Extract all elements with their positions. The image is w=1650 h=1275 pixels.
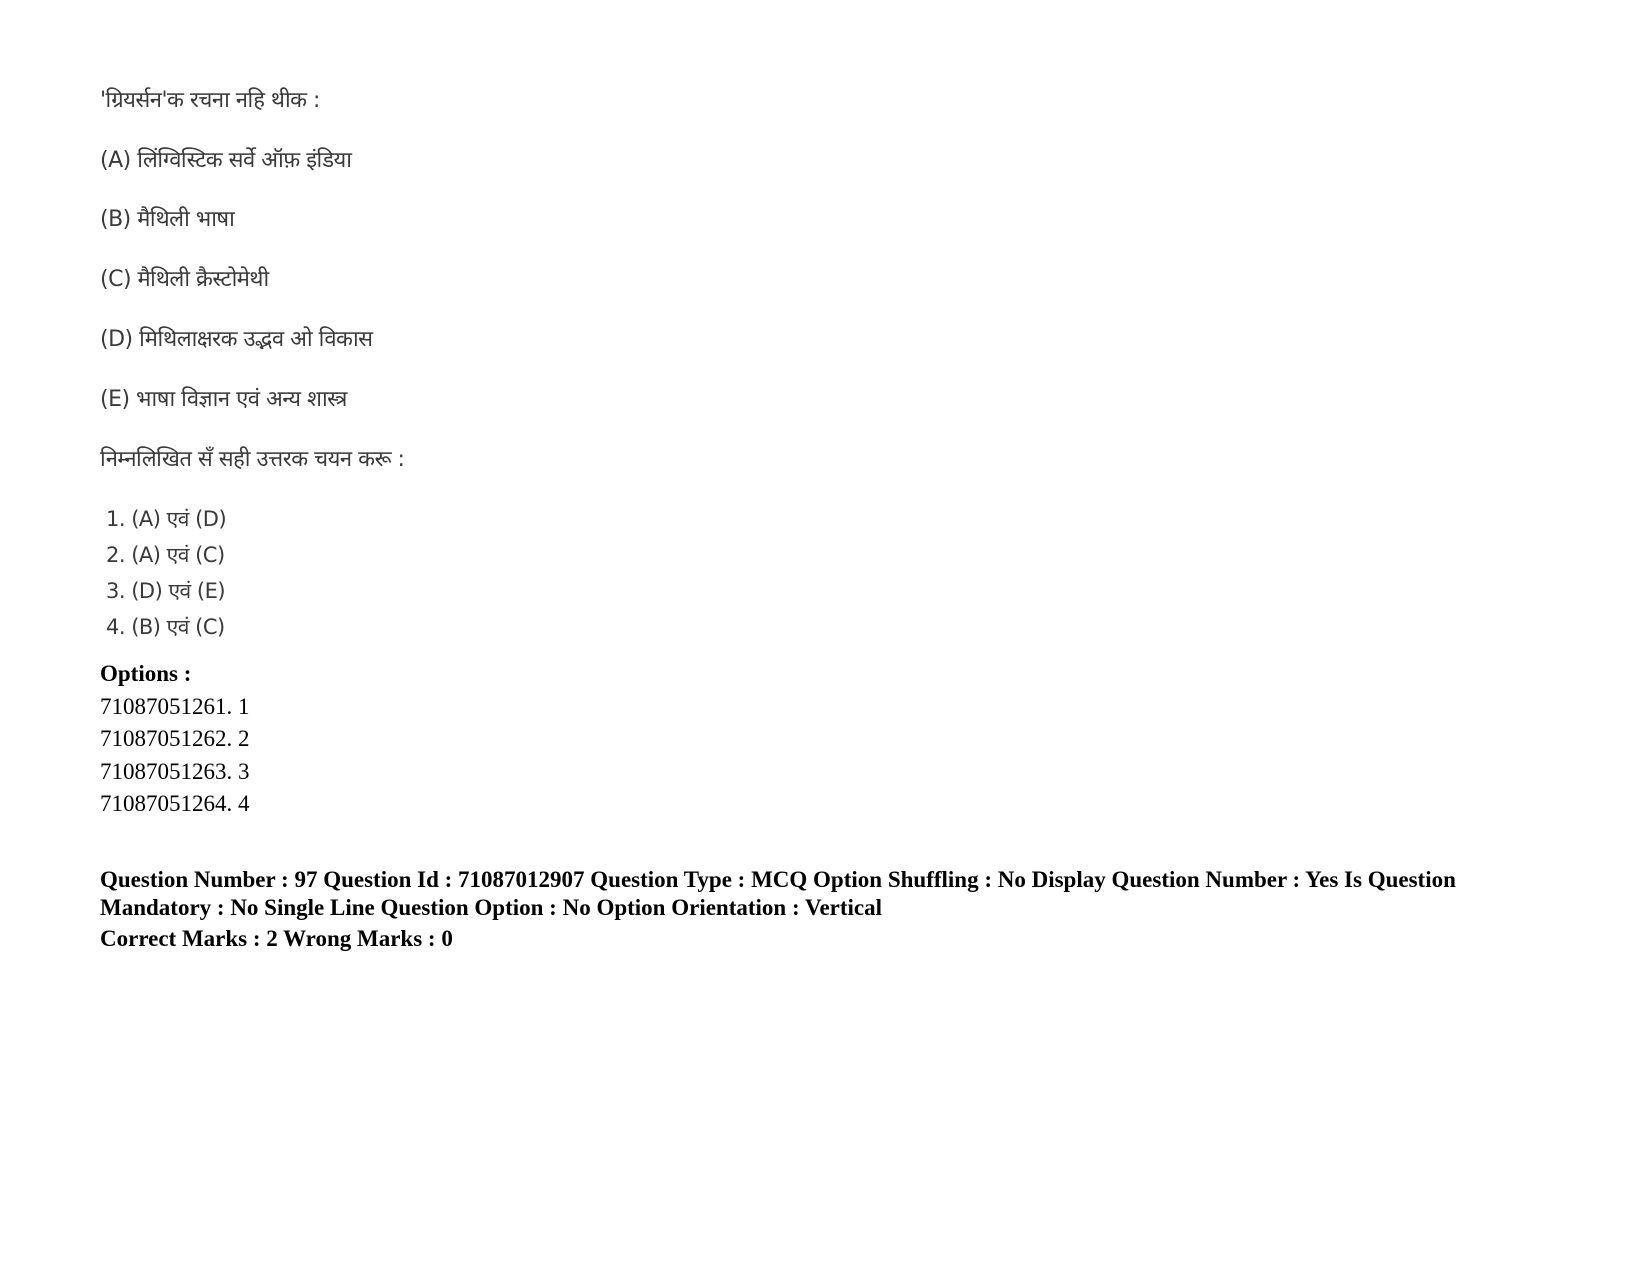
option-item-2: 71087051262. 2 (100, 726, 250, 751)
statement-e: (E) भाषा विज्ञान एवं अन्य शास्त्र (100, 387, 347, 412)
option-item-1: 71087051261. 1 (100, 694, 250, 719)
choice-2: 2. (A) एवं (C) (106, 543, 225, 567)
option-item-4: 71087051264. 4 (100, 791, 250, 816)
statement-d: (D) मिथिलाक्षरक उद्भव ओ विकास (100, 327, 373, 352)
choice-4: 4. (B) एवं (C) (106, 615, 225, 639)
statement-c: (C) मैथिली क्रैस्टोमेथी (100, 267, 269, 292)
question-metadata: Question Number : 97 Question Id : 71087… (100, 867, 1456, 920)
question-stem: 'ग्रियर्सन'क रचना नहि थीक : (100, 88, 320, 113)
options-heading: Options : (100, 661, 192, 686)
marks-info: Correct Marks : 2 Wrong Marks : 0 (100, 926, 453, 951)
choice-3: 3. (D) एवं (E) (106, 579, 226, 603)
option-item-3: 71087051263. 3 (100, 759, 250, 784)
choice-1: 1. (A) एवं (D) (106, 507, 227, 531)
question-instruction: निम्नलिखित सँ सही उत्तरक चयन करू : (100, 447, 405, 472)
statement-b: (B) मैथिली भाषा (100, 207, 235, 232)
statement-a: (A) लिंग्विस्टिक सर्वे ऑफ़ इंडिया (100, 148, 352, 173)
